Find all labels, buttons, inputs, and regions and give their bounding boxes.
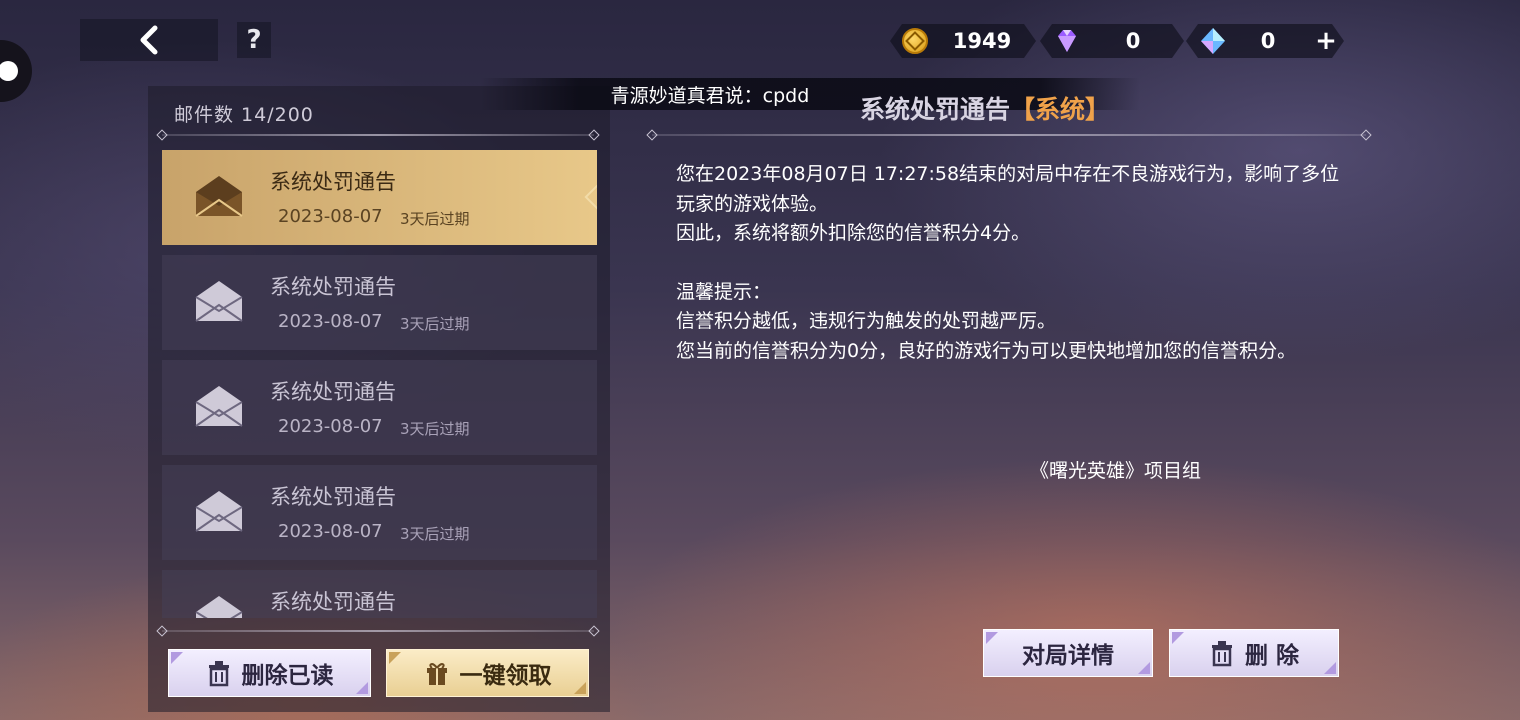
delete-read-button[interactable]: 删除已读 [168,649,371,697]
help-button[interactable]: ? [237,22,271,58]
mail-item[interactable]: 系统处罚通告 [162,570,597,618]
mail-expiry: 3天后过期 [400,525,470,543]
mail-title: 系统处罚通告 [270,380,396,404]
match-details-button[interactable]: 对局详情 [983,629,1153,677]
detail-paragraph: 您在2023年08月07日 17:27:58结束的对局中存在不良游戏行为，影响了… [676,163,1340,215]
mail-detail-tag: 【系统】 [1010,95,1111,124]
detail-paragraph: 您当前的信誉积分为0分，良好的游戏行为可以更快地增加您的信誉积分。 [676,339,1297,362]
mail-title: 系统处罚通告 [270,170,396,194]
gold-currency: 1949 [890,24,1036,58]
trash-icon [1211,641,1232,667]
delete-label: 删 除 [1244,643,1299,669]
delete-read-label: 删除已读 [241,663,334,689]
chevron-left-icon [140,25,158,55]
envelope-icon [195,386,243,427]
mail-item[interactable]: 系统处罚通告 2023-08-07 3天后过期 [162,255,597,350]
mail-date: 2023-08-07 [278,521,383,542]
mail-item-selected[interactable]: 系统处罚通告 2023-08-07 3天后过期 [162,150,597,245]
mail-detail-title-text: 系统处罚通告 [860,95,1011,124]
broadcast-text: 青源妙道真君说：cpdd [610,84,810,107]
match-details-label: 对局详情 [1022,643,1114,669]
gold-coin-icon [902,28,928,54]
mail-expiry: 3天后过期 [400,315,470,333]
claim-all-button[interactable]: 一键领取 [386,649,589,697]
add-currency-button[interactable]: + [1308,26,1344,56]
mail-item[interactable]: 系统处罚通告 2023-08-07 3天后过期 [162,360,597,455]
mail-detail-title: 系统处罚通告【系统】 [860,90,1110,126]
detail-paragraph: 因此，系统将额外扣除您的信誉积分4分。 [676,222,1031,244]
mail-title: 系统处罚通告 [270,275,396,299]
floating-assist-button[interactable] [0,40,32,102]
mail-count: 邮件数 14/200 [174,104,314,126]
envelope-icon [195,491,243,532]
back-button[interactable] [80,19,218,61]
mail-title: 系统处罚通告 [270,485,396,509]
mail-detail-body: 您在2023年08月07日 17:27:58结束的对局中存在不良游戏行为，影响了… [676,160,1356,366]
mail-date: 2023-08-07 [278,416,383,437]
detail-divider [652,134,1366,136]
mail-signature: 《曙光英雄》项目组 [1030,460,1202,482]
purple-gem-amount: 0 [1125,29,1141,53]
mail-expiry: 3天后过期 [400,210,470,228]
purple-gem-currency: 0 [1040,24,1184,58]
trash-icon [208,661,229,687]
blue-gem-amount: 0 [1260,29,1276,53]
detail-paragraph: 信誉积分越低，违规行为触发的处罚越严厉。 [676,310,1057,332]
blue-gem-currency: 0 + [1186,24,1344,58]
delete-button[interactable]: 删 除 [1169,629,1339,677]
detail-paragraph: 温馨提示： [676,280,772,303]
mail-list[interactable]: 系统处罚通告 2023-08-07 3天后过期 系统处罚通告 2023-08-0… [162,150,597,618]
mail-title: 系统处罚通告 [270,590,396,614]
gold-amount: 1949 [952,29,1012,53]
mail-list-panel: 邮件数 14/200 系统处罚通告 2023-08-07 3天后过期 系统处罚通… [148,86,610,712]
divider [162,134,594,136]
mail-expiry: 3天后过期 [400,420,470,438]
blue-gem-icon [1198,26,1228,56]
envelope-icon [195,176,243,217]
purple-gem-icon [1052,26,1082,56]
gift-icon [426,663,447,685]
divider [162,630,594,632]
envelope-icon [195,281,243,322]
claim-all-label: 一键领取 [459,663,552,689]
mail-item[interactable]: 系统处罚通告 2023-08-07 3天后过期 [162,465,597,560]
mail-date: 2023-08-07 [278,311,383,332]
mail-date: 2023-08-07 [278,206,383,227]
envelope-icon [195,596,243,618]
